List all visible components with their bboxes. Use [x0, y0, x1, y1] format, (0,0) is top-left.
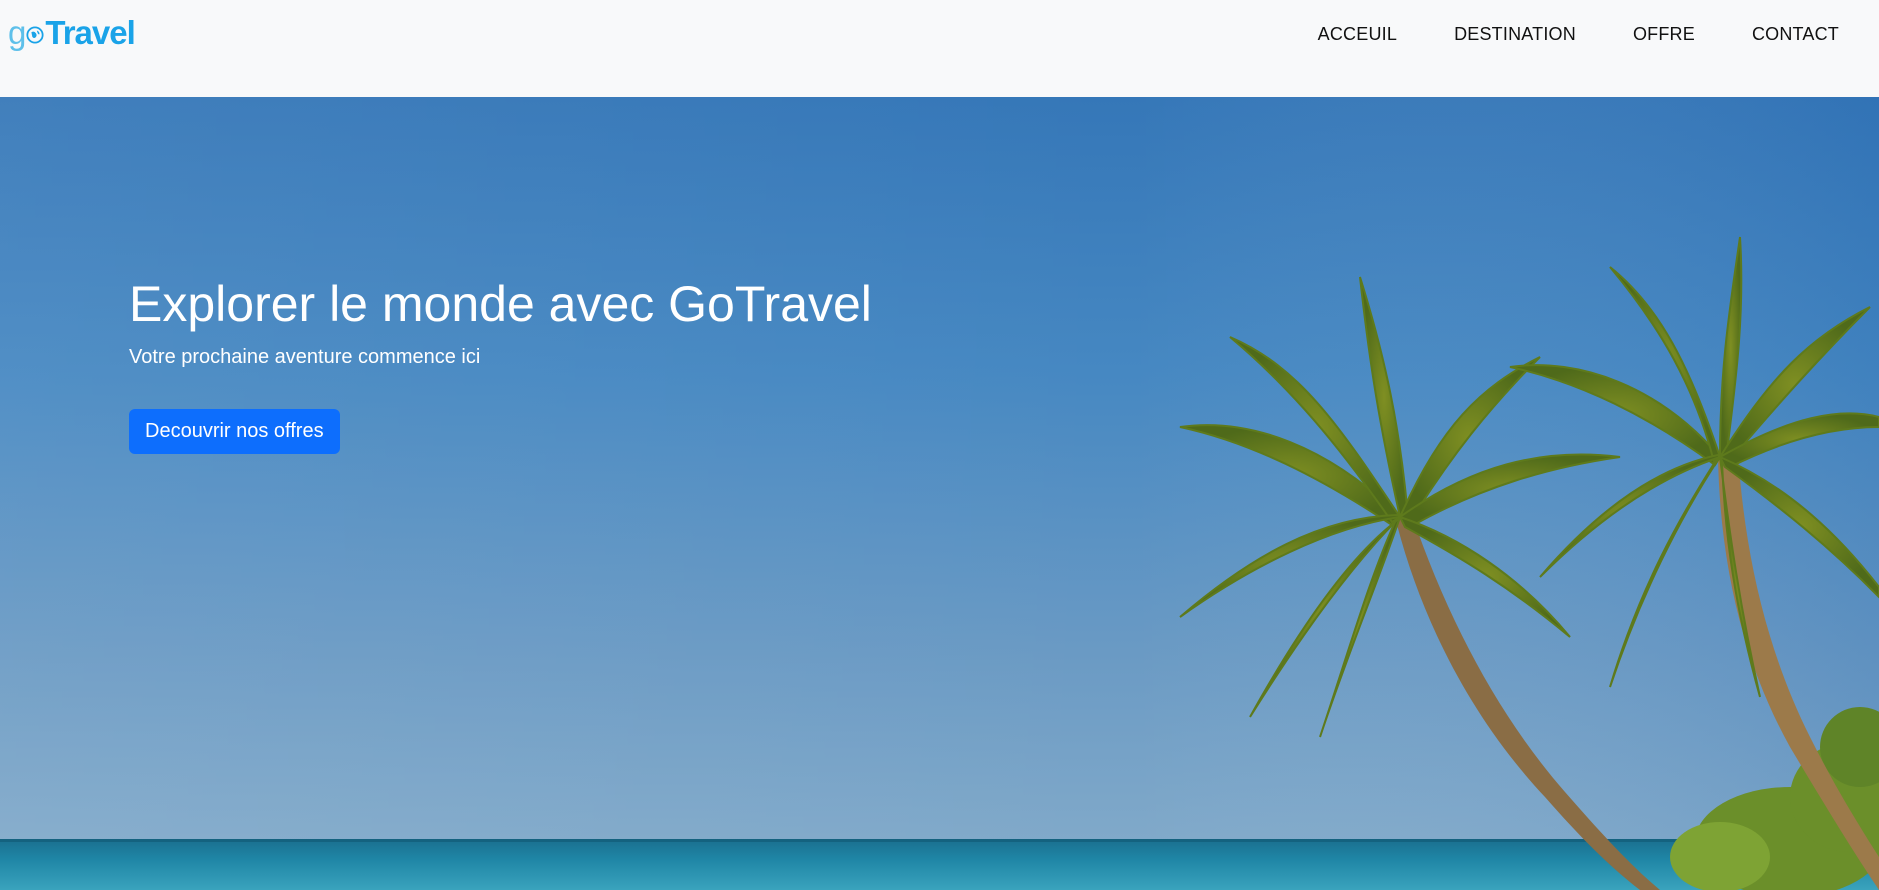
hero-background-image	[0, 97, 1879, 890]
hero-content: Explorer le monde avec GoTravel Votre pr…	[129, 277, 872, 454]
nav-link-contact[interactable]: CONTACT	[1752, 24, 1839, 45]
brand-logo[interactable]: g Travel	[8, 14, 136, 52]
globe-icon	[26, 26, 44, 44]
brand-name: Travel	[45, 14, 135, 51]
discover-offers-button[interactable]: Decouvrir nos offres	[129, 409, 340, 454]
hero-section: Explorer le monde avec GoTravel Votre pr…	[0, 97, 1879, 890]
navbar: g Travel ACCEUIL DESTINATION OFFRE CONTAC…	[0, 0, 1879, 97]
hero-title: Explorer le monde avec GoTravel	[129, 276, 872, 332]
brand-prefix: g	[8, 14, 45, 52]
nav-link-acceuil[interactable]: ACCEUIL	[1318, 24, 1397, 45]
nav-link-offre[interactable]: OFFRE	[1633, 24, 1695, 45]
hero-subtitle: Votre prochaine aventure commence ici	[129, 346, 481, 368]
nav-links: ACCEUIL DESTINATION OFFRE CONTACT	[1261, 24, 1839, 45]
nav-link-destination[interactable]: DESTINATION	[1454, 24, 1576, 45]
